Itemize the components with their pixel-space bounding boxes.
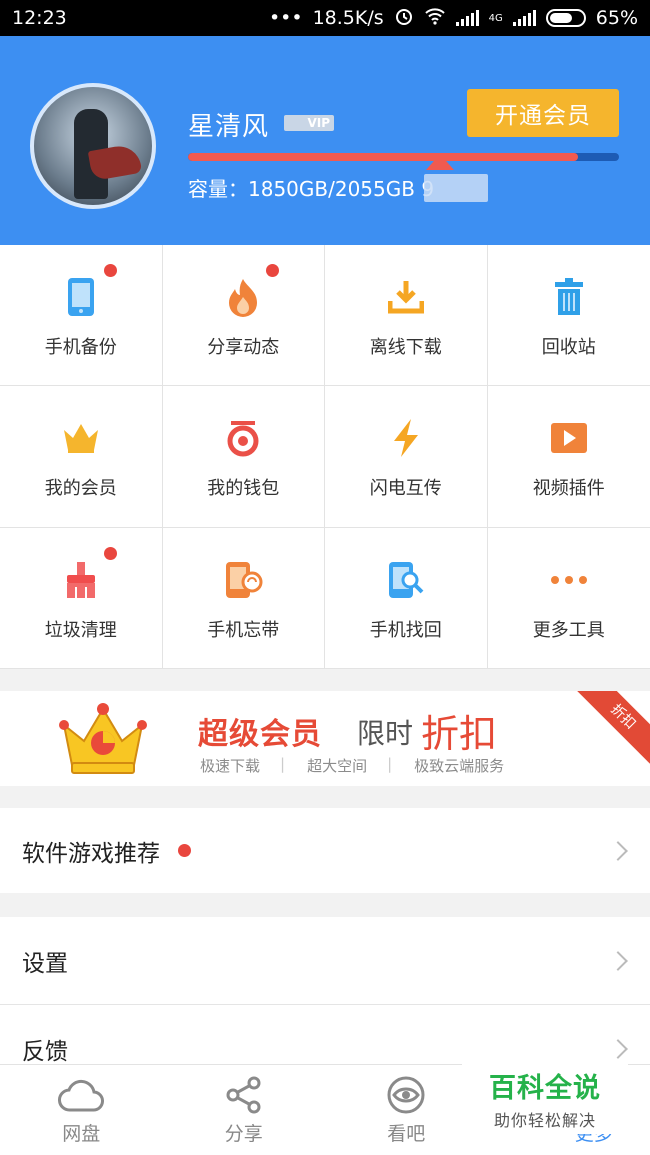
banner-discount: 折扣 (421, 712, 498, 756)
watermark: 百科全说 助你轻松解决 (462, 1062, 628, 1134)
storage-progress-fill (188, 153, 579, 161)
signal-icon-2 (512, 10, 536, 26)
lightning-icon (386, 418, 426, 458)
banner-feature: 极速下载 (200, 757, 261, 775)
tool-label: 手机找回 (369, 619, 442, 641)
status-bar: 12:23 ••• 18.5K/s 4G 65% (0, 0, 650, 36)
tool-recycle-bin[interactable]: 回收站 (487, 245, 650, 387)
profile-header: 星清风 VIP 开通会员 容量：1850GB/2055GB 9 (0, 36, 650, 245)
row-label: 反馈 (22, 1038, 68, 1065)
wallet-icon (223, 418, 263, 458)
nav-netdisk[interactable]: 网盘 (0, 1065, 163, 1155)
video-play-icon (549, 418, 589, 458)
notification-dots: ••• (268, 7, 303, 29)
phone-sync-icon (223, 560, 263, 600)
tool-junk-clean[interactable]: 垃圾清理 (0, 527, 163, 669)
status-time: 12:23 (12, 7, 67, 29)
new-dot (103, 546, 117, 560)
storage-progress-bar (188, 153, 619, 161)
nav-label: 网盘 (62, 1123, 101, 1145)
nav-share[interactable]: 分享 (163, 1065, 326, 1155)
network-type: 4G (488, 12, 503, 24)
nav-label: 分享 (224, 1123, 263, 1145)
tool-label: 我的会员 (44, 478, 117, 500)
tool-label: 更多工具 (532, 619, 605, 641)
row-settings[interactable]: 设置 (0, 917, 650, 1004)
tool-flash-transfer[interactable]: 闪电互传 (325, 386, 488, 528)
tool-offline-download[interactable]: 离线下载 (325, 245, 488, 387)
broom-icon (61, 560, 101, 600)
banner-title: 超级会员 (198, 717, 322, 752)
tool-label: 离线下载 (369, 337, 442, 358)
tool-my-membership[interactable]: 我的会员 (0, 386, 163, 528)
more-dots-icon (549, 560, 589, 600)
row-label: 设置 (22, 950, 68, 977)
row-app-game-recommend[interactable]: 软件游戏推荐 (0, 808, 650, 893)
username: 星清风 (188, 112, 270, 142)
status-indicators: ••• 18.5K/s 4G 65% (269, 6, 638, 31)
trash-icon (549, 277, 589, 317)
row-label: 软件游戏推荐 (22, 840, 160, 867)
phone-backup-icon (61, 277, 101, 317)
watermark-subtitle: 助你轻松解决 (493, 1111, 596, 1130)
tool-label: 手机忘带 (207, 619, 280, 641)
open-vip-button[interactable]: 开通会员 (467, 89, 619, 137)
tool-share-feed[interactable]: 分享动态 (162, 245, 325, 387)
chevron-right-icon (608, 840, 628, 861)
banner-feature: 超大空间 (307, 757, 368, 775)
avatar[interactable] (30, 83, 156, 209)
tool-label: 视频插件 (532, 478, 605, 500)
super-vip-banner[interactable]: 超级会员 限时 折扣 极速下载 | 超大空间 | 极致云端服务 折扣 (0, 691, 650, 786)
battery-percent: 65% (595, 7, 638, 29)
progress-marker (426, 154, 454, 170)
signal-icon (455, 10, 479, 26)
eye-icon (383, 1075, 429, 1115)
obscured-region (424, 174, 488, 202)
tool-more-tools[interactable]: 更多工具 (487, 528, 650, 669)
tool-my-wallet[interactable]: 我的钱包 (162, 386, 325, 528)
chevron-right-icon (608, 950, 628, 971)
tool-phone-forgot[interactable]: 手机忘带 (162, 527, 325, 669)
battery-icon (545, 9, 586, 27)
new-dot (103, 264, 117, 277)
download-icon (386, 277, 426, 317)
tool-label: 分享动态 (207, 337, 280, 358)
new-dot (266, 264, 279, 277)
tool-phone-backup[interactable]: 手机备份 (0, 245, 163, 387)
tools-grid: 手机备份 分享动态 离线下载 回收站 我的会员 我的钱包 闪电互传 视频插件 垃… (0, 245, 650, 669)
banner-limited: 限时 (357, 717, 414, 750)
crown-banner-icon (59, 703, 147, 774)
tool-label: 我的钱包 (207, 478, 280, 500)
alarm-icon (394, 6, 414, 31)
tool-label: 闪电互传 (369, 478, 442, 500)
tool-label: 回收站 (541, 337, 596, 358)
banner-feature: 极致云端服务 (414, 757, 505, 775)
capacity-text: 容量：1850GB/2055GB 9 (188, 177, 435, 201)
tool-video-plugin[interactable]: 视频插件 (487, 386, 650, 528)
nav-label: 看吧 (387, 1123, 426, 1145)
network-speed: 18.5K/s (312, 7, 384, 29)
share-icon (221, 1075, 267, 1115)
watermark-title: 百科全说 (489, 1073, 601, 1104)
tool-label: 手机备份 (44, 337, 117, 358)
tool-label: 垃圾清理 (44, 619, 117, 641)
cloud-icon (58, 1075, 105, 1115)
phone-search-icon (386, 560, 426, 600)
banner-features: 极速下载 | 超大空间 | 极致云端服务 (200, 755, 522, 776)
chevron-right-icon (608, 1038, 628, 1059)
vip-badge: VIP (284, 115, 334, 131)
wifi-icon (424, 7, 446, 30)
flame-icon (223, 277, 263, 317)
new-dot (178, 844, 191, 857)
tool-phone-find[interactable]: 手机找回 (325, 527, 488, 669)
crown-icon (61, 418, 101, 458)
discount-ribbon: 折扣 (574, 691, 650, 766)
